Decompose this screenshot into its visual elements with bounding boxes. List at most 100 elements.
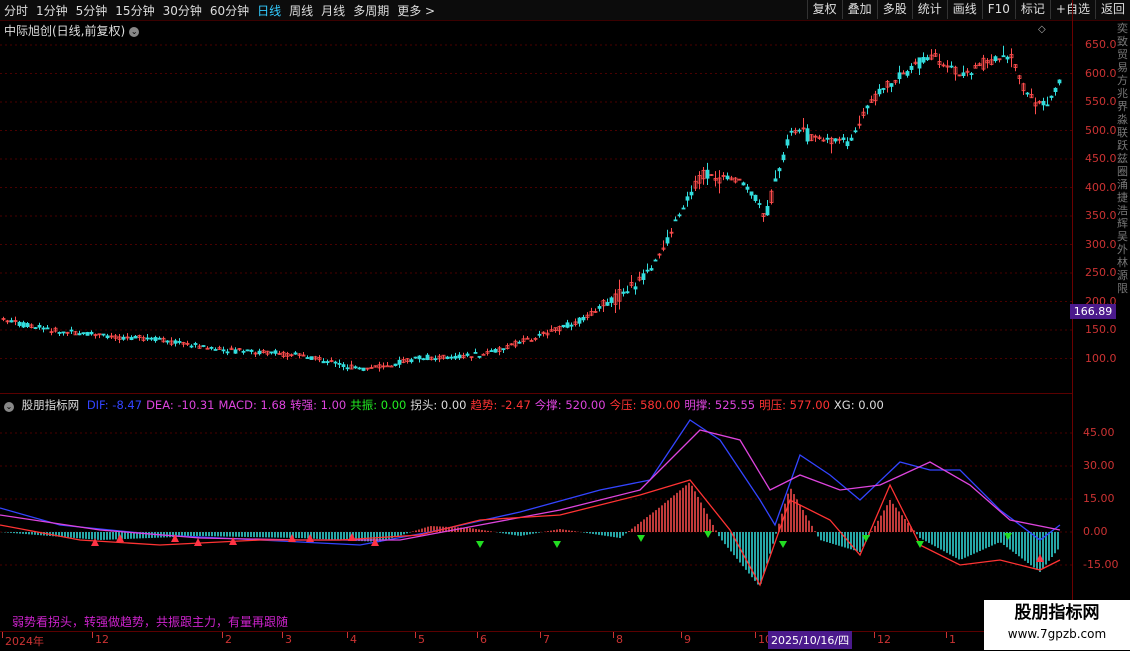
price-axis-label: 300.0	[1085, 237, 1117, 251]
candle-body	[1057, 79, 1062, 84]
date-axis-tick	[222, 632, 223, 638]
candle-body	[245, 349, 250, 352]
candle-body	[249, 349, 254, 352]
indicator-name: 股朋指标网	[21, 398, 80, 412]
date-axis-tick	[415, 632, 416, 638]
candle-body	[1001, 55, 1006, 58]
candle-body	[85, 332, 90, 336]
watermark-url: www.7gpzb.com	[1007, 627, 1107, 641]
date-axis-tick	[540, 632, 541, 638]
cursor-date-tag: 2025/10/16/四	[768, 631, 853, 649]
candle-body	[833, 138, 838, 142]
candle-body	[41, 327, 46, 330]
price-axis-label: 450.0	[1085, 152, 1117, 165]
candle-body	[25, 323, 30, 327]
price-axis-label: 250.0	[1085, 266, 1117, 279]
candle-body	[361, 367, 366, 371]
candle-body	[665, 237, 670, 244]
date-axis-tick	[282, 632, 283, 638]
candle-body	[105, 335, 110, 339]
dea-line	[0, 429, 1061, 541]
date-axis-label: 3	[285, 633, 292, 646]
candle-body	[1045, 104, 1050, 107]
indicator-value-9: 明撑: 525.55	[684, 398, 756, 412]
indicator-value-3: 转强: 1.00	[290, 398, 347, 412]
price-axis-label: 350.0	[1085, 209, 1117, 222]
date-axis-label: 2	[225, 633, 232, 646]
candle-body	[517, 341, 522, 344]
candle-body	[101, 333, 106, 336]
candle-body	[849, 137, 854, 141]
candle-body	[537, 333, 542, 336]
candle-body	[417, 355, 422, 360]
date-axis-label: 12	[877, 633, 891, 646]
candle-body	[605, 302, 610, 306]
chevron-down-icon[interactable]: ⌄	[4, 402, 14, 412]
candle-body	[157, 337, 162, 340]
candle-body	[753, 194, 758, 201]
date-axis-tick	[946, 632, 947, 638]
candle-body	[77, 333, 82, 336]
candle-body	[357, 367, 362, 370]
signal-arrow-up	[348, 533, 356, 541]
candle-body	[305, 357, 310, 359]
candle-body	[889, 83, 894, 87]
candle-body	[173, 340, 178, 344]
candle-body	[577, 317, 582, 324]
candle-body	[149, 337, 154, 340]
candle-body	[877, 88, 882, 95]
candle-body	[477, 355, 482, 358]
candle-body	[89, 331, 94, 335]
indicator-value-2: MACD: 1.68	[218, 398, 287, 412]
date-axis-label: 4	[350, 633, 357, 646]
candle-body	[641, 273, 646, 280]
date-axis-tick	[755, 632, 756, 638]
candle-body	[153, 337, 158, 342]
candle-body	[725, 175, 730, 180]
candle-body	[21, 322, 26, 328]
candle-body	[949, 65, 954, 68]
candle-body	[409, 359, 414, 363]
date-axis-label: 9	[684, 633, 691, 646]
candle-body	[1053, 87, 1058, 92]
price-axis-label: 550.0	[1085, 95, 1117, 108]
candle-body	[681, 207, 686, 210]
candle-body	[901, 72, 906, 75]
candle-body	[321, 361, 326, 364]
candle-body	[781, 154, 786, 161]
indicator-value-8: 今压: 580.00	[609, 398, 681, 412]
candle-body	[345, 367, 350, 370]
candle-body	[413, 356, 418, 359]
candle-body	[133, 335, 138, 339]
candle-body	[433, 358, 438, 361]
candle-body	[421, 358, 426, 361]
signal-arrow-down	[779, 541, 787, 548]
candle-body	[325, 361, 330, 364]
candle-body	[309, 356, 314, 360]
right-axis-line	[1072, 0, 1073, 650]
candle-body	[969, 73, 974, 76]
indicator-slogan: 弱势看拐头，转强做趋势，共振跟主力，有量再跟随	[12, 615, 289, 629]
candle-body	[597, 306, 602, 309]
candle-body	[341, 364, 346, 368]
candle-body	[233, 349, 238, 354]
signal-arrow-up	[288, 534, 296, 542]
candle-body	[293, 352, 298, 355]
candle-body	[581, 316, 586, 321]
indicator-axis-label: -15.00	[1083, 558, 1119, 571]
candle-body	[225, 351, 230, 354]
date-axis: 2024年 12 2 3 4 5 6 7 8 9 10 12 1	[0, 631, 1072, 651]
date-axis-tick	[613, 632, 614, 638]
candle-body	[37, 324, 42, 328]
candle-body	[201, 345, 206, 347]
candle-body	[633, 286, 638, 290]
candle-body	[353, 366, 358, 369]
candle-body	[449, 356, 454, 359]
indicator-value-0: DIF: -8.47	[86, 398, 143, 412]
date-axis-label: 6	[480, 633, 487, 646]
candle-body	[961, 72, 966, 77]
candle-body	[685, 196, 690, 201]
candle-body	[465, 353, 470, 356]
price-axis-label: 100.0	[1085, 351, 1117, 365]
candle-body	[397, 359, 402, 365]
